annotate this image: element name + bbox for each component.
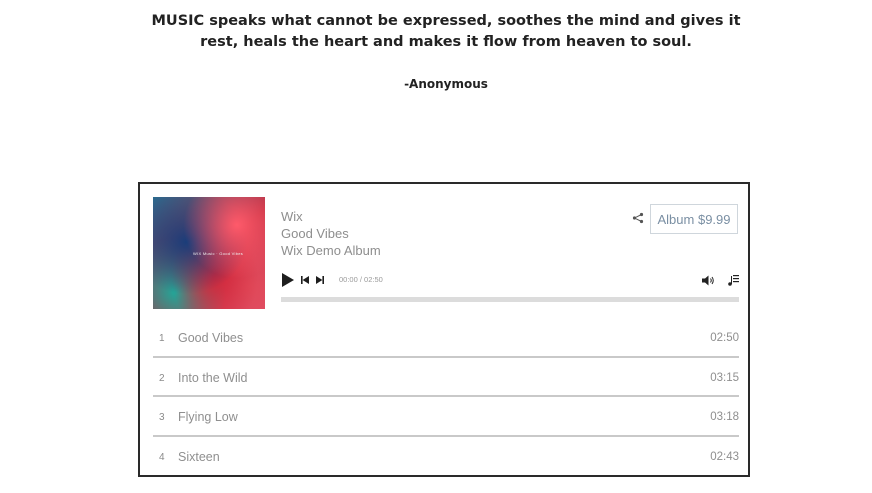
track-duration: 02:50 xyxy=(710,332,739,344)
track-title: Flying Low xyxy=(178,410,238,424)
track-row[interactable]: 3 Flying Low 03:18 xyxy=(153,397,739,437)
buy-album-button[interactable]: Album $9.99 xyxy=(650,204,738,234)
time-readout: 00:00 / 02:50 xyxy=(339,275,383,284)
track-number: 4 xyxy=(159,451,165,463)
current-track-title: Good Vibes xyxy=(281,226,349,241)
track-row[interactable]: 1 Good Vibes 02:50 xyxy=(153,318,739,358)
track-title: Into the Wild xyxy=(178,370,248,385)
cover-caption: WIX Music · Good Vibes xyxy=(193,251,244,256)
share-icon[interactable] xyxy=(632,212,644,224)
track-number: 1 xyxy=(159,333,165,344)
playlist-icon[interactable] xyxy=(728,274,739,286)
play-icon[interactable] xyxy=(281,272,295,288)
skip-back-icon[interactable] xyxy=(301,276,309,284)
track-list: 1 Good Vibes 02:50 2 Into the Wild 03:15… xyxy=(153,318,739,476)
track-title: Sixteen xyxy=(178,449,220,464)
skip-forward-icon[interactable] xyxy=(316,276,324,284)
quote-author: -Anonymous xyxy=(404,77,488,91)
track-meta: Wix Good Vibes Wix Demo Album xyxy=(281,208,381,259)
track-duration: 02:43 xyxy=(710,450,739,463)
track-number: 3 xyxy=(159,412,165,423)
artist-name: Wix xyxy=(281,209,303,224)
album-cover: WIX Music · Good Vibes xyxy=(153,197,265,309)
volume-icon[interactable] xyxy=(702,275,715,286)
track-title: Good Vibes xyxy=(178,331,244,345)
album-name: Wix Demo Album xyxy=(281,243,381,258)
track-row[interactable]: 4 Sixteen 02:43 xyxy=(153,437,739,477)
track-number: 2 xyxy=(159,372,165,384)
track-duration: 03:18 xyxy=(710,411,739,423)
music-player: WIX Music · Good Vibes Wix Good Vibes Wi… xyxy=(138,182,750,477)
track-row[interactable]: 2 Into the Wild 03:15 xyxy=(153,358,739,397)
quote-text: MUSIC speaks what cannot be expressed, s… xyxy=(151,13,741,50)
progress-bar[interactable] xyxy=(281,297,739,302)
track-duration: 03:15 xyxy=(710,371,739,384)
